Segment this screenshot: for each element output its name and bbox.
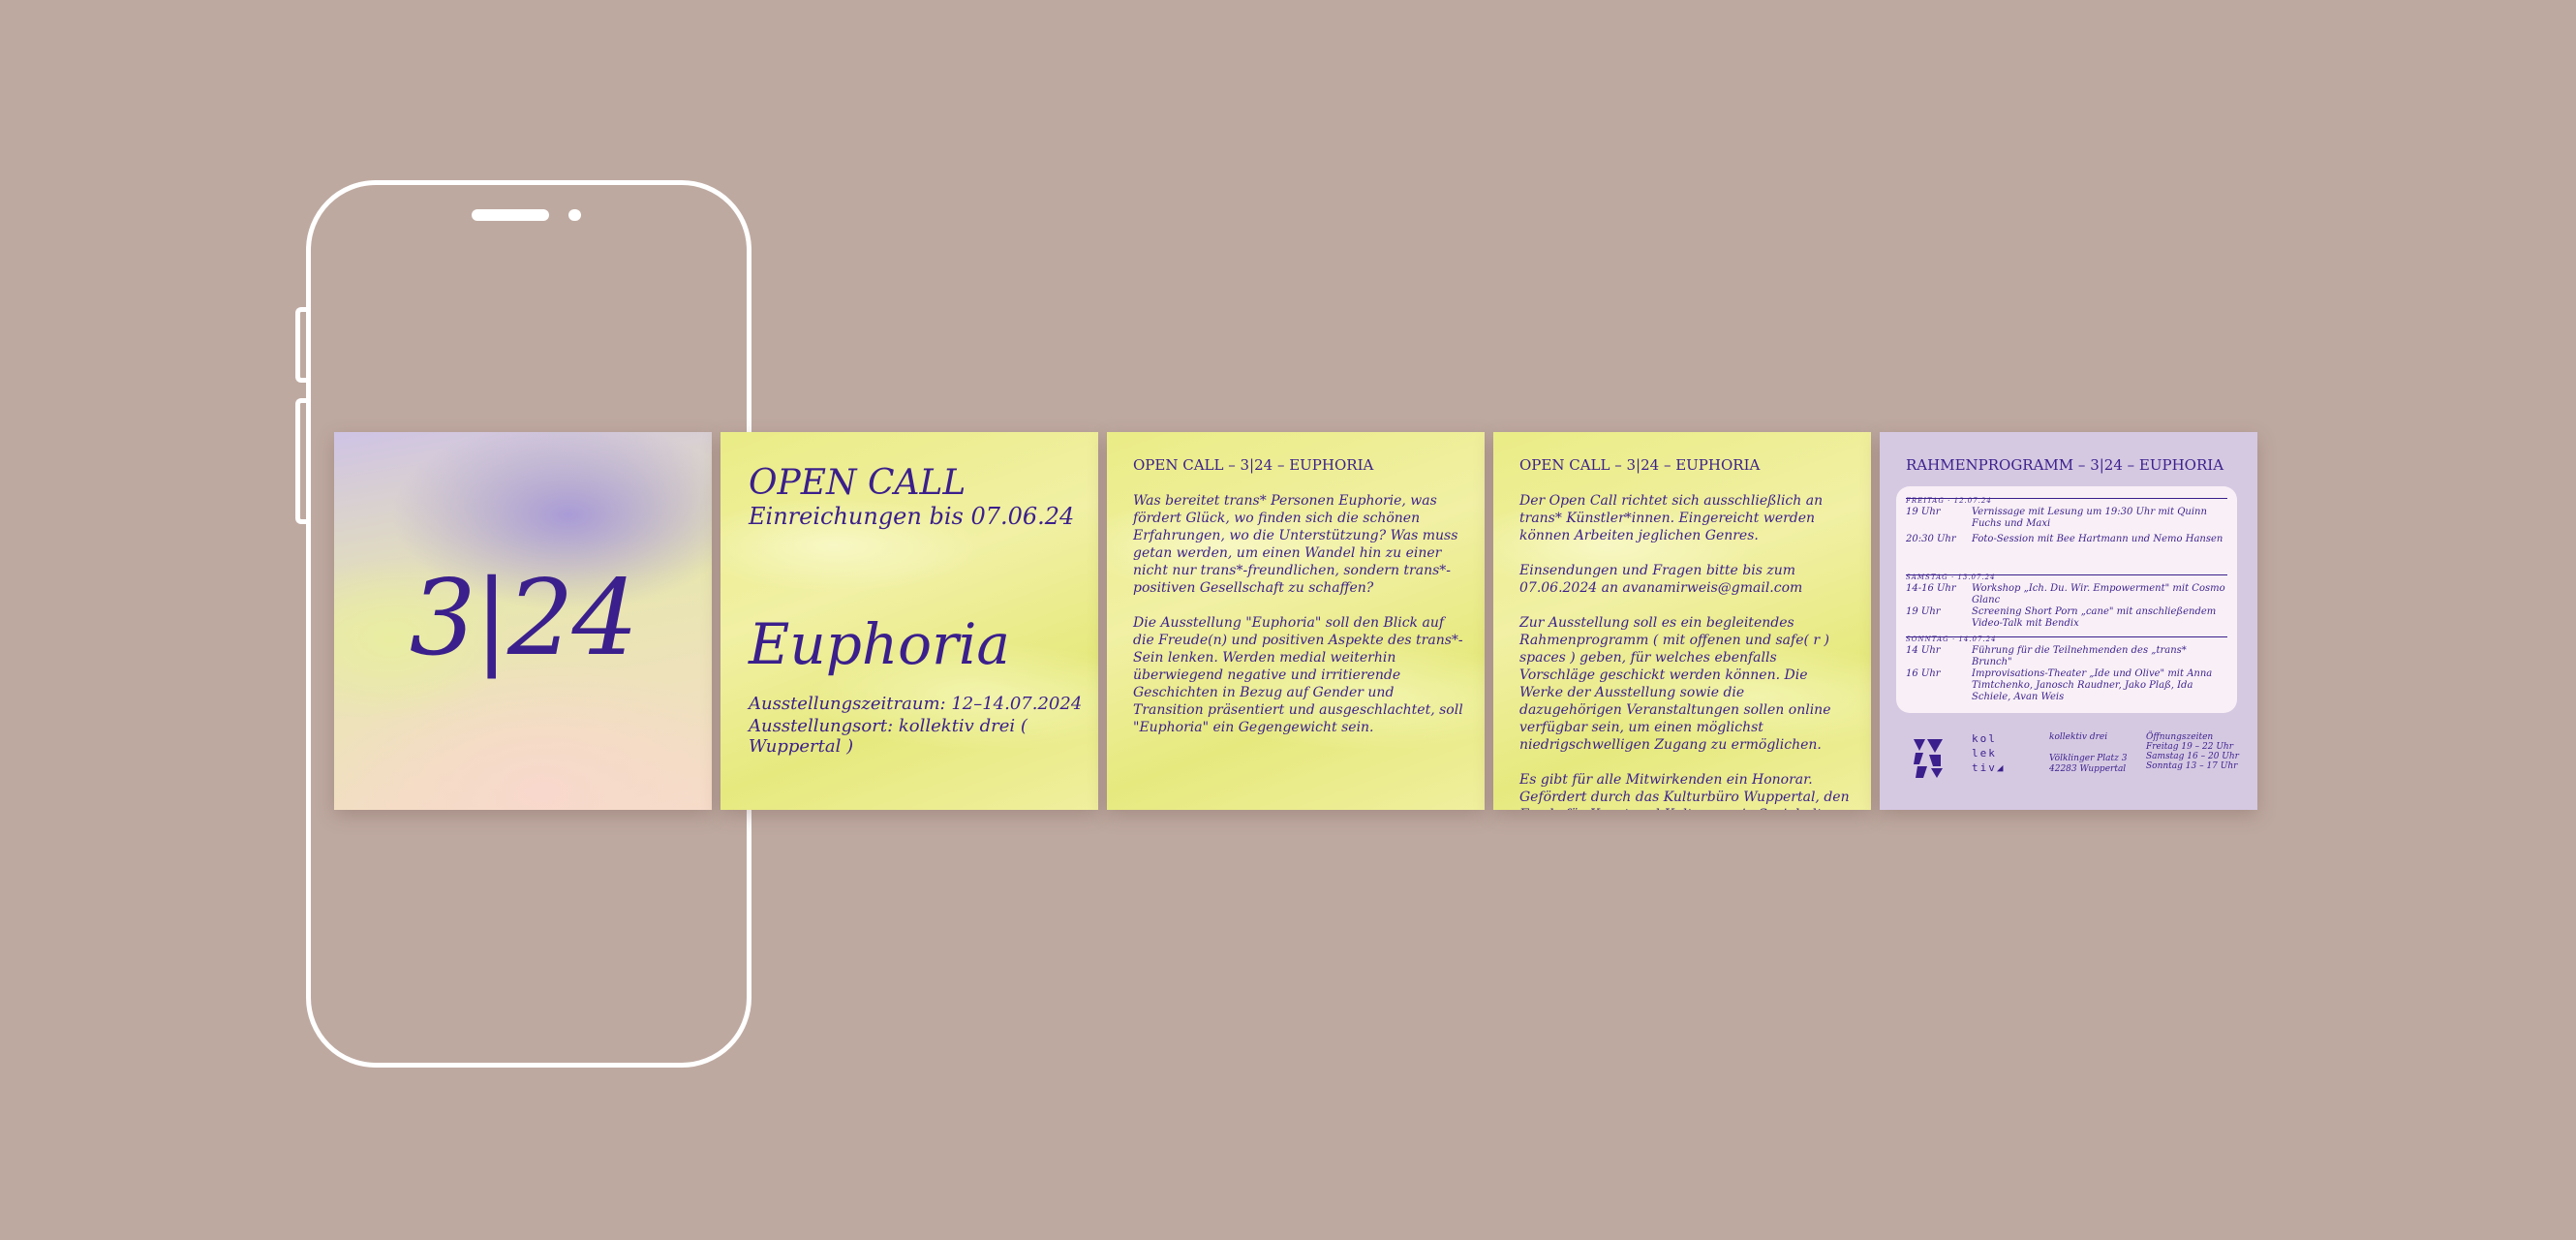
event-desc: Führung für die Teilnehmenden des „trans… bbox=[1972, 645, 2187, 667]
phone-camera bbox=[568, 209, 581, 221]
slide-details[interactable]: OPEN CALL – 3|24 – EUPHORIA Der Open Cal… bbox=[1493, 432, 1871, 810]
day-name: SAMSTAG · 13.07.24 bbox=[1906, 574, 1996, 581]
event-time: 14 Uhr bbox=[1906, 645, 1941, 656]
event-desc: Vernissage mit Lesung um 19:30 Uhr mit Q… bbox=[1972, 507, 2207, 529]
program-card: FREITAG · 12.07.24 19 Uhr Vernissage mit … bbox=[1896, 486, 2237, 713]
opening-hours: Öffnungszeiten Freitag 19 – 22 Uhr Samst… bbox=[2146, 732, 2239, 771]
wordmark-line: lek bbox=[1972, 747, 1997, 760]
paragraph: Der Open Call richtet sich ausschließlic… bbox=[1519, 493, 1824, 543]
hours-line: Freitag 19 – 22 Uhr bbox=[2146, 742, 2234, 752]
kollektiv-logo-icon bbox=[1914, 739, 1943, 778]
wordmark-line: kol bbox=[1972, 732, 1997, 745]
slide-cover[interactable]: 3|24 bbox=[334, 432, 712, 810]
exhibition-location: Ausstellungsort: kollektiv drei ( Wupper… bbox=[749, 716, 1027, 757]
issue-number: 3|24 bbox=[409, 558, 639, 679]
event-desc: Foto-Session mit Bee Hartmann und Nemo H… bbox=[1972, 534, 2223, 544]
event-row: 19 Uhr Vernissage mit Lesung um 19:30 Uhr… bbox=[1906, 507, 2227, 530]
slide-header: RAHMENPROGRAMM – 3|24 – EUPHORIA bbox=[1906, 456, 2224, 474]
slide-body: Der Open Call richtet sich ausschließlic… bbox=[1519, 492, 1850, 810]
day-block: SAMSTAG · 13.07.24 14-16 Uhr Workshop „Ic… bbox=[1906, 574, 2227, 630]
phone-volume-up-button bbox=[295, 307, 307, 383]
address-line: Völklinger Platz 3 bbox=[2049, 754, 2128, 763]
event-row: 14 Uhr Führung für die Teilnehmenden des … bbox=[1906, 645, 2227, 668]
day-name: FREITAG · 12.07.24 bbox=[1906, 497, 1992, 505]
address-line bbox=[2049, 743, 2127, 754]
event-time: 20:30 Uhr bbox=[1906, 534, 1956, 544]
slide-body: Was bereitet trans* Personen Euphorie, w… bbox=[1133, 492, 1463, 754]
slide-open-call[interactable]: OPEN CALL Einreichungen bis 07.06.24 Eup… bbox=[721, 432, 1098, 810]
paragraph: Es gibt für alle Mitwirkenden ein Honora… bbox=[1519, 772, 1850, 810]
phone-volume-down-button bbox=[295, 398, 307, 524]
event-row: 19 Uhr Screening Short Porn „cane" mit an… bbox=[1906, 606, 2227, 630]
event-desc: Improvisations-Theater „Ide und Olive" m… bbox=[1972, 668, 2213, 702]
paragraph: Was bereitet trans* Personen Euphorie, w… bbox=[1133, 493, 1458, 596]
hours-line: Samstag 16 – 20 Uhr bbox=[2146, 752, 2239, 761]
event-time: 19 Uhr bbox=[1906, 606, 1941, 617]
paragraph: Die Ausstellung "Euphoria" soll den Blic… bbox=[1133, 615, 1463, 735]
slide-description[interactable]: OPEN CALL – 3|24 – EUPHORIA Was bereitet… bbox=[1107, 432, 1485, 810]
open-call-deadline: Einreichungen bis 07.06.24 bbox=[749, 503, 1075, 530]
hours-line: Sonntag 13 – 17 Uhr bbox=[2146, 761, 2238, 771]
event-row: 14-16 Uhr Workshop „Ich. Du. Wir. Empower… bbox=[1906, 583, 2227, 606]
address-line: kollektiv drei bbox=[2049, 732, 2108, 742]
exhibition-name: Euphoria bbox=[749, 611, 1010, 677]
wordmark-line: tiv◢ bbox=[1972, 761, 2006, 774]
event-time: 14-16 Uhr bbox=[1906, 583, 1956, 594]
slide-program[interactable]: RAHMENPROGRAMM – 3|24 – EUPHORIA FREITAG… bbox=[1880, 432, 2257, 810]
venue-address: kollektiv drei Völklinger Platz 3 42283 … bbox=[2049, 732, 2127, 775]
event-desc: Workshop „Ich. Du. Wir. Empowerment" mit… bbox=[1972, 583, 2225, 605]
phone-speaker bbox=[472, 209, 549, 221]
address-line: 42283 Wuppertal bbox=[2049, 764, 2127, 774]
day-block: SONNTAG · 14.07.24 14 Uhr Führung für die… bbox=[1906, 636, 2227, 703]
kollektiv-wordmark: kol lek tiv◢ bbox=[1972, 731, 2006, 775]
hours-line: Öffnungszeiten bbox=[2146, 732, 2214, 742]
event-row: 20:30 Uhr Foto-Session mit Bee Hartmann u… bbox=[1906, 534, 2227, 545]
paragraph: Zur Ausstellung soll es ein begleitendes… bbox=[1519, 615, 1831, 753]
day-block: FREITAG · 12.07.24 19 Uhr Vernissage mit … bbox=[1906, 497, 2227, 545]
paragraph: Einsendungen und Fragen bitte bis zum 07… bbox=[1519, 563, 1803, 596]
open-call-title: OPEN CALL bbox=[749, 463, 966, 503]
day-name: SONNTAG · 14.07.24 bbox=[1906, 636, 1997, 643]
slide-header: OPEN CALL – 3|24 – EUPHORIA bbox=[1133, 456, 1374, 474]
event-desc: Screening Short Porn „cane" mit anschlie… bbox=[1972, 606, 2217, 629]
event-row: 16 Uhr Improvisations-Theater „Ide und Ol… bbox=[1906, 668, 2227, 703]
event-time: 16 Uhr bbox=[1906, 668, 1941, 679]
slide-header: OPEN CALL – 3|24 – EUPHORIA bbox=[1519, 456, 1761, 474]
exhibition-period: Ausstellungszeitraum: 12–14.07.2024 bbox=[749, 694, 1083, 714]
event-time: 19 Uhr bbox=[1906, 507, 1941, 517]
